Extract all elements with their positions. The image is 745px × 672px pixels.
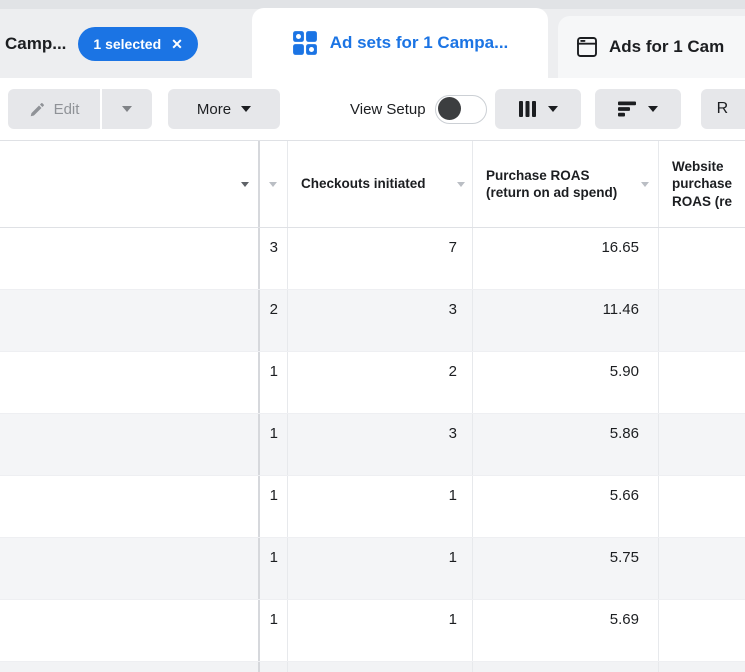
cell-name: [0, 290, 258, 351]
column-header-purchase-roas[interactable]: Purchase ROAS (return on ad spend): [472, 141, 658, 227]
column-header-label: Purchase ROAS (return on ad spend): [473, 167, 658, 202]
tab-ad-sets-label: Ad sets for 1 Campa...: [330, 33, 509, 53]
cell-checkouts-initiated: 2: [287, 352, 472, 413]
cell-checkouts-initiated: 3: [287, 290, 472, 351]
breakdown-button[interactable]: [595, 89, 681, 129]
cell-name: [0, 352, 258, 413]
column-header-truncated[interactable]: [258, 141, 287, 227]
table-row[interactable]: 1 3 5.86: [0, 414, 745, 476]
columns-icon: [518, 100, 537, 118]
sort-caret-icon[interactable]: [241, 182, 249, 187]
sort-caret-icon[interactable]: [641, 182, 649, 187]
cell-purchase-roas: 5.69: [472, 600, 658, 661]
cell-website-purchase-roas: [658, 414, 745, 475]
columns-button[interactable]: [495, 89, 581, 129]
cell-name: [0, 414, 258, 475]
caret-down-icon: [548, 106, 558, 112]
cell-truncated-metric: 1: [258, 476, 287, 537]
selected-count-label: 1 selected: [93, 36, 161, 52]
table-row[interactable]: 1 1 5.75: [0, 538, 745, 600]
column-header-checkouts-initiated[interactable]: Checkouts initiated: [287, 141, 472, 227]
toolbar: Edit More View Setup: [0, 78, 745, 140]
cell-checkouts-initiated: 1: [287, 476, 472, 537]
cell-checkouts-initiated: 1: [287, 538, 472, 599]
table-header: Checkouts initiated Purchase ROAS (retur…: [0, 140, 745, 228]
cell-purchase-roas: 11.46: [472, 290, 658, 351]
table-row[interactable]: 1 1 5.66: [0, 476, 745, 538]
table-row[interactable]: 2 3 11.46: [0, 290, 745, 352]
pencil-icon: [29, 101, 46, 118]
cell-name: [0, 600, 258, 661]
close-icon[interactable]: ✕: [171, 37, 183, 51]
column-header-website-purchase-roas[interactable]: Website purchase ROAS (re: [658, 141, 745, 227]
table-row[interactable]: 1 1 5.69: [0, 600, 745, 662]
sort-caret-icon[interactable]: [269, 182, 277, 187]
cell-website-purchase-roas: [658, 538, 745, 599]
breakdown-icon: [617, 101, 637, 117]
caret-down-icon: [122, 106, 132, 112]
column-header-name[interactable]: [0, 141, 258, 227]
cell-purchase-roas: 5.75: [472, 538, 658, 599]
cell-truncated-metric: 1: [258, 600, 287, 661]
edit-button-label: Edit: [54, 101, 80, 118]
sort-caret-icon[interactable]: [457, 182, 465, 187]
cell-truncated-metric: 1: [258, 538, 287, 599]
cell-purchase-roas: 5.86: [472, 414, 658, 475]
table-row[interactable]: 1 2 5.90: [0, 352, 745, 414]
cell-checkouts-initiated: 3: [287, 414, 472, 475]
cell-purchase-roas: 5.90: [472, 352, 658, 413]
cell-website-purchase-roas: [658, 352, 745, 413]
ads-window-icon: [575, 35, 599, 59]
edit-dropdown-button[interactable]: [102, 89, 152, 129]
cell-purchase-roas: 16.65: [472, 228, 658, 289]
view-setup-label: View Setup: [350, 101, 426, 118]
cell-truncated-metric: 1: [258, 414, 287, 475]
caret-down-icon: [241, 106, 251, 112]
tab-ads-label: Ads for 1 Cam: [609, 37, 724, 57]
cell-name: [0, 228, 258, 289]
cell-website-purchase-roas: [658, 600, 745, 661]
ads-manager-app: Camp... 1 selected ✕ Ad sets for 1 Campa…: [0, 0, 745, 672]
more-button-label: More: [197, 101, 231, 118]
cell-name: [0, 476, 258, 537]
more-button[interactable]: More: [168, 89, 280, 129]
cell-truncated-metric: 2: [258, 290, 287, 351]
column-header-label: Website purchase ROAS (re: [659, 158, 745, 211]
cell-checkouts-initiated: 1: [287, 600, 472, 661]
reports-button-label: R: [717, 100, 729, 118]
edit-button[interactable]: Edit: [8, 89, 100, 129]
tab-campaigns-label: Camp...: [5, 34, 66, 54]
tab-campaigns[interactable]: Camp... 1 selected ✕: [0, 14, 198, 74]
cell-website-purchase-roas: [658, 290, 745, 351]
selected-count-pill[interactable]: 1 selected ✕: [78, 27, 197, 61]
ad-sets-grid-icon: [292, 30, 318, 56]
tab-strip: Camp... 1 selected ✕ Ad sets for 1 Campa…: [0, 0, 745, 78]
partial-row: [0, 662, 745, 672]
caret-down-icon: [648, 106, 658, 112]
cell-checkouts-initiated: 7: [287, 228, 472, 289]
cell-name: [0, 538, 258, 599]
cell-website-purchase-roas: [658, 228, 745, 289]
view-setup-toggle[interactable]: [435, 95, 487, 124]
tab-ads[interactable]: Ads for 1 Cam: [558, 16, 745, 78]
cell-purchase-roas: 5.66: [472, 476, 658, 537]
toggle-knob: [438, 97, 461, 120]
column-header-label: Checkouts initiated: [288, 175, 450, 193]
table-row[interactable]: 3 7 16.65: [0, 228, 745, 290]
cell-truncated-metric: 1: [258, 352, 287, 413]
table-body: 3 7 16.65 2 3 11.46 1 2 5.90 1 3 5.86: [0, 228, 745, 672]
cell-website-purchase-roas: [658, 476, 745, 537]
tab-ad-sets[interactable]: Ad sets for 1 Campa...: [252, 8, 548, 78]
cell-truncated-metric: 3: [258, 228, 287, 289]
reports-button[interactable]: R: [701, 89, 745, 129]
